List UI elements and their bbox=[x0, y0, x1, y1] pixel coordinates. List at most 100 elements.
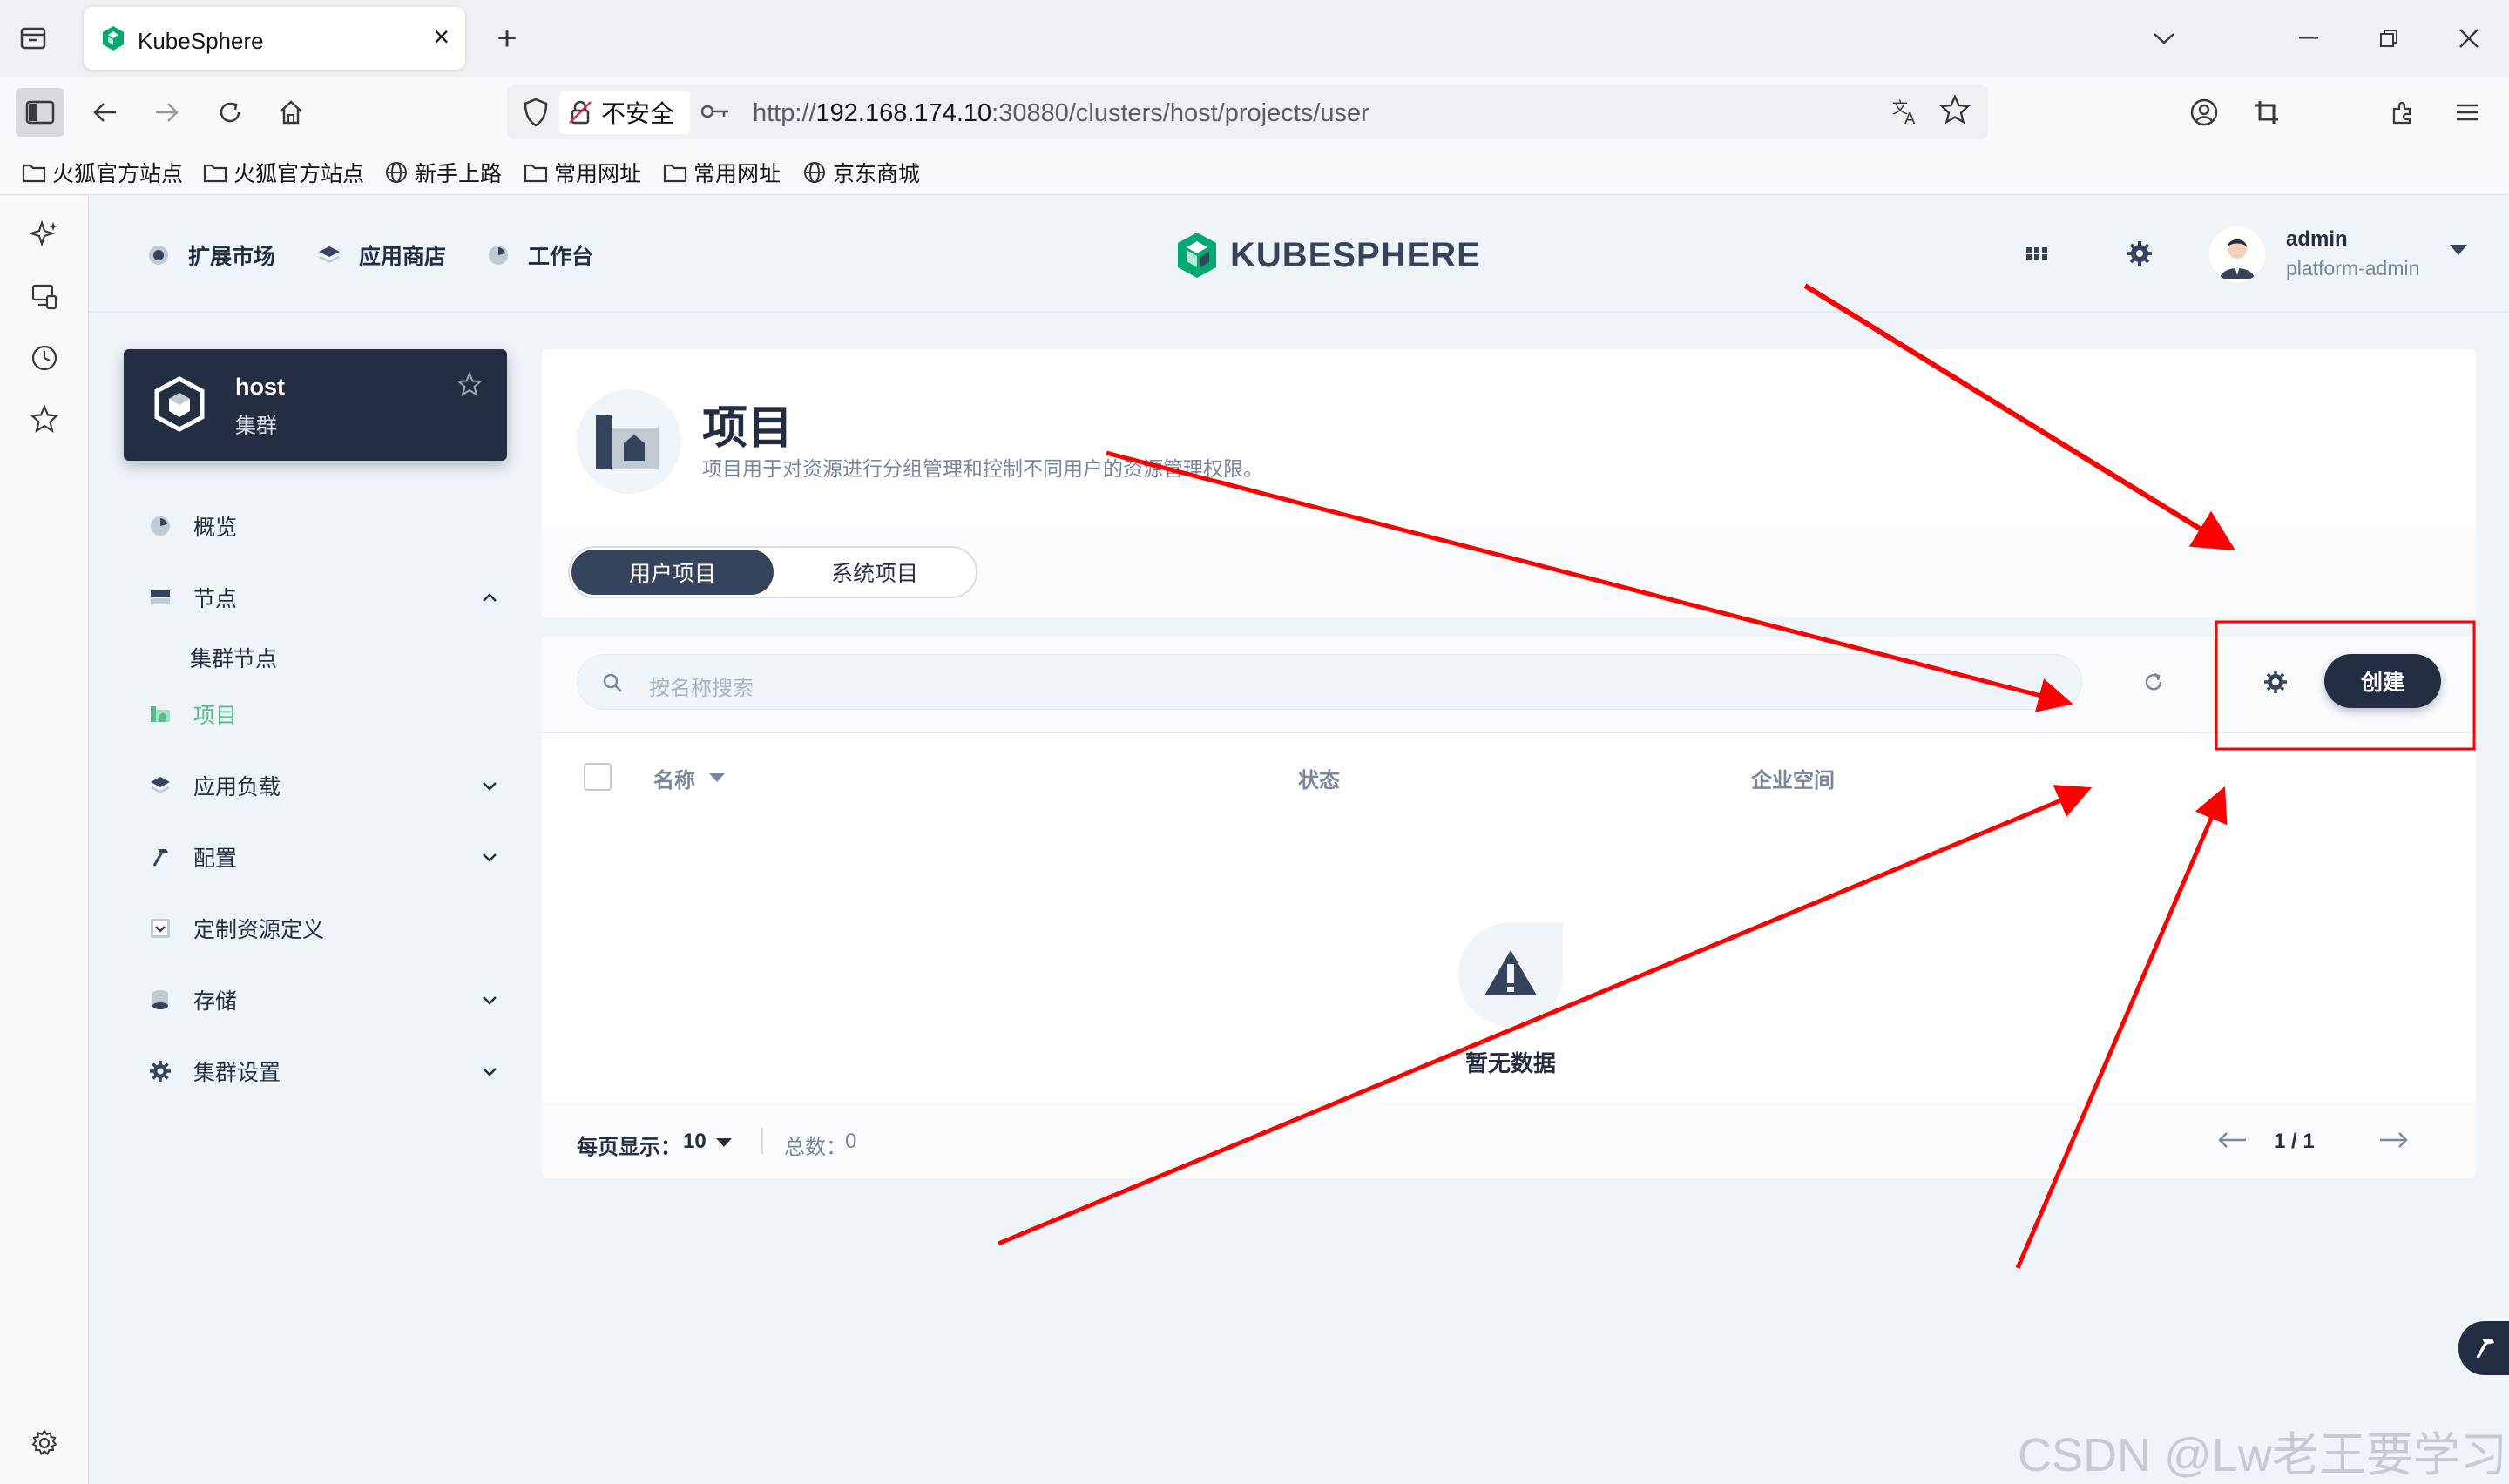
bookmark-item[interactable]: 常用网址 bbox=[662, 157, 781, 188]
insecure-lock-icon bbox=[569, 100, 592, 125]
menu-nodes[interactable]: 节点 bbox=[124, 576, 507, 619]
cluster-type-label: 集群 bbox=[235, 415, 277, 438]
search-placeholder: 按名称搜索 bbox=[649, 677, 754, 700]
chevron-up-icon[interactable] bbox=[477, 585, 502, 610]
nav-workbench[interactable]: 工作台 bbox=[486, 239, 593, 271]
bookmark-item[interactable]: 火狐官方站点 bbox=[202, 157, 364, 188]
bookmark-item[interactable]: 火狐官方站点 bbox=[21, 157, 183, 188]
extensions-icon[interactable] bbox=[2378, 88, 2427, 137]
chevron-down-icon[interactable] bbox=[477, 1059, 502, 1083]
nav-extensions-marketplace[interactable]: 扩展市场 bbox=[146, 239, 275, 271]
empty-state-text: 暂无数据 bbox=[1464, 1050, 1556, 1076]
url-bar[interactable]: 不安全 http://192.168.174.10:30880/clusters… bbox=[507, 85, 1988, 139]
minimize-icon[interactable] bbox=[2291, 21, 2326, 56]
bookmark-item[interactable]: 常用网址 bbox=[523, 157, 641, 188]
menu-label: 项目 bbox=[193, 704, 238, 728]
menu-label: 集群设置 bbox=[193, 1061, 281, 1085]
avatar[interactable] bbox=[2209, 226, 2265, 282]
list-tabs-icon[interactable] bbox=[2147, 21, 2181, 56]
kubesphere-logo[interactable]: KUBESPHERE bbox=[1174, 231, 1481, 280]
browser-tab-kubesphere[interactable]: KubeSphere × bbox=[84, 7, 465, 70]
menu-crd[interactable]: 定制资源定义 bbox=[124, 907, 507, 950]
create-button[interactable]: 创建 bbox=[2324, 654, 2441, 708]
platform-settings-gear-icon[interactable] bbox=[2124, 238, 2155, 269]
menu-label: 概览 bbox=[193, 516, 238, 540]
permissions-key-icon[interactable] bbox=[700, 98, 730, 127]
crop-icon[interactable] bbox=[2242, 88, 2291, 137]
project-type-tabbar: 用户项目 系统项目 bbox=[542, 529, 2476, 617]
ai-sparkle-icon[interactable] bbox=[27, 217, 62, 252]
user-menu-caret-icon[interactable] bbox=[2450, 245, 2467, 255]
url-prefix: http:// bbox=[753, 99, 816, 127]
synced-tabs-icon[interactable] bbox=[27, 280, 62, 314]
nav-app-store[interactable]: 应用商店 bbox=[317, 239, 446, 271]
bookmark-item[interactable]: 京东商城 bbox=[801, 157, 920, 188]
submenu-cluster-nodes[interactable]: 集群节点 bbox=[190, 642, 277, 673]
bookmark-star-icon[interactable] bbox=[1939, 94, 1971, 133]
page-indicator: 1 / 1 bbox=[2274, 1130, 2315, 1153]
column-settings-gear-icon[interactable] bbox=[2258, 664, 2293, 699]
hammer-icon bbox=[148, 845, 172, 869]
divider bbox=[761, 1128, 763, 1154]
folder-icon bbox=[203, 164, 227, 183]
page-description: 项目用于对资源进行分组管理和控制不同用户的资源管理权限。 bbox=[702, 457, 1263, 480]
marketplace-icon bbox=[149, 246, 168, 265]
project-icon bbox=[148, 702, 172, 726]
column-name[interactable]: 名称 bbox=[653, 763, 695, 793]
favorite-star-icon[interactable] bbox=[456, 371, 484, 405]
chevron-down-icon[interactable] bbox=[477, 845, 502, 869]
sort-caret-icon[interactable] bbox=[709, 773, 725, 782]
new-tab-button[interactable]: + bbox=[488, 19, 526, 57]
menu-config[interactable]: 配置 bbox=[124, 835, 507, 879]
browser-titlebar: KubeSphere × + bbox=[0, 0, 2509, 77]
tab-system-projects[interactable]: 系统项目 bbox=[774, 550, 976, 595]
dashboard-icon bbox=[489, 246, 508, 265]
reload-icon[interactable] bbox=[206, 88, 254, 137]
per-page-caret-icon[interactable] bbox=[716, 1138, 732, 1147]
menu-icon[interactable] bbox=[2443, 88, 2492, 137]
history-icon[interactable] bbox=[27, 341, 62, 375]
chevron-down-icon[interactable] bbox=[477, 988, 502, 1012]
tab-close-icon[interactable]: × bbox=[433, 21, 450, 53]
bookmark-item[interactable]: 新手上路 bbox=[383, 157, 502, 188]
cluster-card[interactable]: host 集群 bbox=[124, 349, 507, 461]
shield-icon[interactable] bbox=[519, 96, 552, 129]
page-header: 项目 项目用于对资源进行分组管理和控制不同用户的资源管理权限。 bbox=[542, 349, 2476, 529]
cluster-name: host bbox=[235, 374, 285, 400]
bookmarks-star-icon[interactable] bbox=[27, 401, 62, 436]
kubesphere-favicon-icon bbox=[103, 26, 124, 51]
column-status: 状态 bbox=[1298, 769, 1340, 793]
refresh-icon[interactable] bbox=[2136, 664, 2171, 699]
sidebar-toggle-icon[interactable] bbox=[16, 88, 64, 137]
menu-projects[interactable]: 项目 bbox=[124, 692, 507, 736]
forward-icon[interactable] bbox=[143, 88, 192, 137]
overview-icon bbox=[148, 514, 172, 538]
floating-toolbox-button[interactable] bbox=[2458, 1321, 2509, 1375]
tab-user-projects[interactable]: 用户项目 bbox=[571, 550, 774, 595]
per-page-select[interactable]: 10 bbox=[683, 1130, 707, 1154]
sidebar-settings-icon[interactable] bbox=[27, 1426, 62, 1460]
translate-icon[interactable]: 文A bbox=[1890, 96, 1922, 134]
chevron-down-icon[interactable] bbox=[477, 773, 502, 798]
browser-navbar: 不安全 http://192.168.174.10:30880/clusters… bbox=[0, 77, 2509, 148]
apps-grid-icon[interactable] bbox=[2021, 238, 2053, 269]
back-icon[interactable] bbox=[80, 88, 129, 137]
security-indicator[interactable]: 不安全 bbox=[559, 91, 690, 134]
user-role: platform-admin bbox=[2286, 257, 2420, 280]
home-icon[interactable] bbox=[267, 88, 315, 137]
next-page-arrow-icon[interactable] bbox=[2377, 1126, 2411, 1154]
account-icon[interactable] bbox=[2180, 88, 2228, 137]
menu-storage[interactable]: 存储 bbox=[124, 978, 507, 1022]
url-text[interactable]: http://192.168.174.10:30880/clusters/hos… bbox=[753, 99, 1369, 128]
menu-overview[interactable]: 概览 bbox=[124, 504, 507, 548]
prev-page-arrow-icon[interactable] bbox=[2215, 1126, 2249, 1154]
close-window-icon[interactable] bbox=[2452, 21, 2486, 56]
kubesphere-app: 扩展市场 应用商店 工作台 KUBESPHERE admin platform-… bbox=[89, 196, 2509, 1484]
menu-cluster-settings[interactable]: 集群设置 bbox=[124, 1049, 507, 1093]
tab-overview-icon[interactable] bbox=[16, 21, 51, 56]
restore-icon[interactable] bbox=[2371, 21, 2406, 56]
menu-workloads[interactable]: 应用负载 bbox=[124, 764, 507, 807]
select-all-checkbox[interactable] bbox=[584, 763, 612, 791]
user-name[interactable]: admin bbox=[2286, 227, 2348, 252]
search-input[interactable]: 按名称搜索 bbox=[577, 654, 2082, 710]
